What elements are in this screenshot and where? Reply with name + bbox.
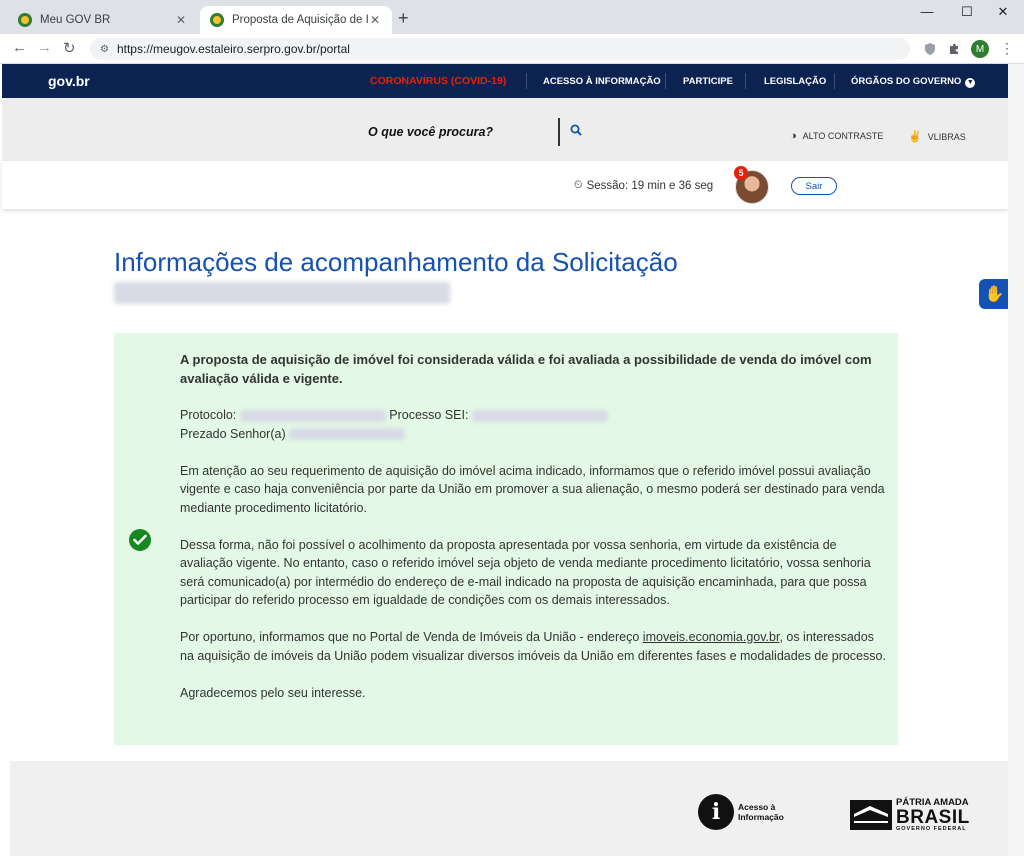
paragraph-1: Em atenção ao seu requerimento de aquisi… [180, 463, 885, 515]
redacted-protocolo [239, 409, 386, 422]
sign-language-icon: ✋ [984, 286, 1005, 303]
chevron-down-icon: ▼ [965, 78, 976, 88]
nav-legislacao[interactable]: LEGISLAÇÃO [764, 76, 826, 87]
plus-icon[interactable]: + [398, 8, 409, 29]
imoveis-portal-link[interactable]: imoveis.economia.gov.br [643, 630, 780, 644]
vlibras-widget-button[interactable]: ✋ [979, 279, 1010, 309]
shield-extension-icon[interactable] [923, 42, 937, 56]
paragraph-2: Dessa forma, não foi possível o acolhime… [180, 537, 871, 608]
session-label: Sessão: 19 min e 36 seg [586, 179, 714, 192]
maximize-icon[interactable]: ☐ [952, 4, 982, 20]
contrast-icon: ◑ [790, 130, 797, 142]
nav-separator [834, 73, 835, 89]
gov-favicon-icon [210, 13, 224, 27]
govbr-logo[interactable]: gov.br [48, 73, 90, 89]
reload-icon[interactable]: ↻ [63, 39, 76, 57]
prezado-label: Prezado Senhor(a) [180, 426, 286, 441]
lai-line-1: Acesso à [738, 802, 776, 812]
page-title: Informações de acompanhamento da Solicit… [114, 248, 714, 306]
protocolo-label: Protocolo: [180, 408, 237, 422]
address-bar[interactable]: ⚙ https://meugov.estaleiro.serpro.gov.br… [90, 38, 910, 60]
high-contrast-button[interactable]: ◑ ALTO CONTRASTE [790, 130, 883, 142]
gov-favicon-icon [18, 13, 32, 27]
status-panel: A proposta de aquisição de imóvel foi co… [114, 333, 898, 745]
arrow-right-icon[interactable]: → [37, 39, 52, 56]
kebab-menu-icon[interactable]: ⋮ [1000, 40, 1014, 57]
high-contrast-label: ALTO CONTRASTE [802, 131, 884, 141]
check-circle-icon [129, 529, 151, 551]
processo-label: Processo SEI: [389, 408, 469, 422]
nav-separator [745, 73, 746, 89]
tab-meu-gov-br[interactable]: Meu GOV BR ✕ [8, 6, 198, 34]
vlibras-button[interactable]: ✌ VLIBRAS [908, 130, 966, 143]
nav-orgaos-label: ÓRGÃOS DO GOVERNO [851, 76, 962, 87]
search-input[interactable]: O que você procura? [368, 125, 493, 139]
brasil-text: PÁTRIA AMADA BRASIL GOVERNO FEDERAL [896, 798, 970, 832]
session-bar: ⏲ Sessão: 19 min e 36 seg 5 Sair [2, 161, 1008, 209]
url-text: https://meugov.estaleiro.serpro.gov.br/p… [116, 42, 350, 56]
nav-separator [526, 73, 527, 89]
closing-text: Agradecemos pelo seu interesse. [180, 685, 366, 700]
minimize-icon[interactable]: — [912, 4, 942, 19]
vlibras-label: VLIBRAS [927, 131, 966, 142]
browser-toolbar: ← → ↻ ⚙ https://meugov.estaleiro.serpro.… [0, 34, 1024, 64]
site-info-icon[interactable]: ⚙ [100, 44, 109, 55]
gov-top-nav: gov.br CORONAVÍRUS (COVID-19) ACESSO À I… [2, 64, 1008, 98]
tab-title: Meu GOV BR [40, 14, 111, 26]
tab-proposta-aquisicao[interactable]: Proposta de Aquisição de Imóvel ✕ [200, 6, 392, 34]
browser-tab-bar: Meu GOV BR ✕ Proposta de Aquisição de Im… [0, 0, 1024, 34]
redacted-request-number [114, 282, 450, 305]
status-headline: A proposta de aquisição de imóvel foi co… [180, 352, 872, 386]
close-icon[interactable]: ✕ [174, 13, 188, 27]
nav-orgaos-governo[interactable]: ÓRGÃOS DO GOVERNO ▼ [851, 76, 976, 88]
info-icon: i [698, 794, 734, 830]
acesso-informacao-logo[interactable]: i Acesso à Informação [698, 794, 784, 830]
clock-icon: ⏲ [574, 179, 583, 191]
redacted-name [289, 428, 406, 441]
page-title-text: Informações de acompanhamento da Solicit… [114, 247, 678, 277]
nav-acesso-informacao[interactable]: ACESSO À INFORMAÇÃO [543, 76, 661, 87]
sign-language-icon: ✌ [908, 131, 922, 143]
nav-separator [665, 73, 666, 89]
search-divider [558, 118, 560, 146]
profile-avatar[interactable]: M [971, 40, 989, 58]
nav-covid[interactable]: CORONAVÍRUS (COVID-19) [370, 75, 506, 87]
protocol-info: Protocolo: Processo SEI: Prezado Senhor(… [180, 406, 888, 443]
governo-federal-text: GOVERNO FEDERAL [896, 825, 967, 832]
lai-text: Acesso à Informação [738, 802, 784, 822]
panel-body: A proposta de aquisição de imóvel foi co… [180, 351, 888, 721]
search-area: O que você procura? ◑ ALTO CONTRASTE ✌ V… [2, 98, 1008, 161]
redacted-processo [471, 409, 608, 422]
nav-participe[interactable]: PARTICIPE [683, 76, 733, 87]
close-icon[interactable]: ✕ [368, 13, 382, 27]
search-icon[interactable] [570, 124, 582, 136]
brasil-flag-mark-icon [850, 800, 892, 830]
tab-title: Proposta de Aquisição de Imóvel [232, 14, 368, 26]
session-timer: ⏲ Sessão: 19 min e 36 seg [574, 179, 713, 192]
notification-badge[interactable]: 5 [734, 166, 748, 180]
arrow-left-icon[interactable]: ← [12, 39, 27, 56]
page-right-edge [1008, 64, 1024, 856]
patria-amada-brasil-logo[interactable]: PÁTRIA AMADA BRASIL GOVERNO FEDERAL [850, 798, 970, 832]
paragraph-3-start: Por oportuno, informamos que no Portal d… [180, 630, 640, 644]
window-close-icon[interactable]: ✕ [988, 4, 1018, 20]
paragraph-3: Por oportuno, informamos que no Portal d… [180, 628, 888, 665]
logout-button[interactable]: Sair [791, 177, 837, 195]
footer: i Acesso à Informação PÁTRIA AMADA BRASI… [10, 761, 1008, 856]
brasil-text-main: BRASIL [896, 806, 970, 828]
lai-line-2: Informação [738, 812, 784, 822]
puzzle-icon[interactable] [947, 42, 961, 56]
